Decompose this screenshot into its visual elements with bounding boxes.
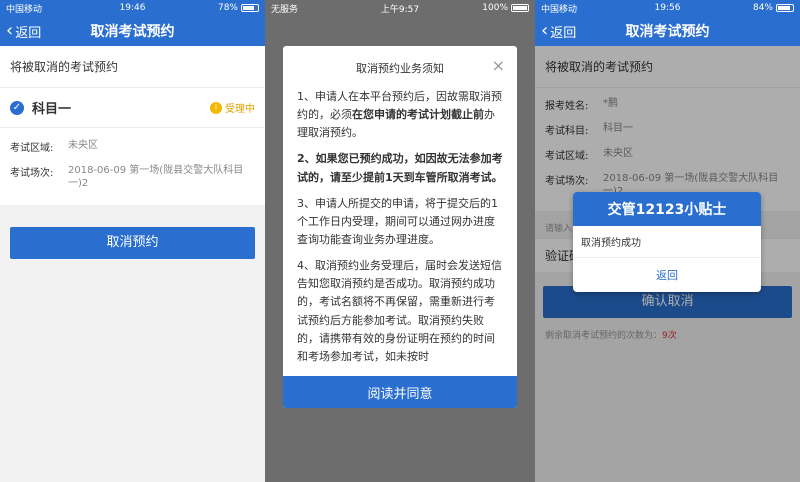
subject-left: ✓ 科目一 [10, 98, 71, 117]
detail-value: *鹏 [603, 98, 618, 109]
subject-row[interactable]: ✓ 科目一 i 受理中 [0, 87, 265, 128]
dialog-body: 1、申请人在本平台预约后，因故需取消预约的，必须在您申请的考试计划截止前办理取消… [283, 88, 517, 384]
detail-list: 考试区域: 未央区 考试场次: 2018-06-09 第一场(陇县交警大队科目一… [0, 128, 265, 205]
screen-notice-modal: 无服务 上午9:57 100% 取消预约业务须知 × 1、申请人在本平台预约后，… [265, 0, 535, 482]
read-and-agree-button[interactable]: 阅读并同意 [283, 376, 517, 408]
chevron-left-icon: ‹ [541, 20, 549, 41]
status-right: 78% [218, 3, 259, 13]
battery-icon [511, 4, 529, 12]
section-label: 将被取消的考试预约 [535, 46, 800, 87]
section-label: 将被取消的考试预约 [0, 46, 265, 87]
detail-value: 未央区 [68, 140, 98, 151]
remaining-count: 9次 [662, 331, 677, 341]
status-right: 84% [753, 3, 794, 13]
subject-name: 科目一 [32, 102, 72, 117]
back-label: 返回 [15, 25, 42, 41]
detail-key: 报考姓名: [545, 101, 589, 112]
chevron-left-icon: ‹ [6, 20, 14, 41]
nav-bar: ‹ 返回 取消考试预约 [0, 16, 265, 46]
notice-paragraph-1: 1、申请人在本平台预约后，因故需取消预约的，必须在您申请的考试计划截止前办理取消… [297, 88, 503, 142]
battery-percent: 100% [482, 3, 508, 13]
success-dialog: 交管12123小贴士 取消预约成功 返回 [573, 192, 761, 292]
notice-emphasis: 2、如果您已预约成功，如因故无法参加考试的，请至少提前1天到车管所取消考试。 [297, 152, 503, 184]
dialog-title-text: 取消预约业务须知 [356, 62, 444, 75]
carrier-label: 无服务 [271, 4, 299, 15]
dialog-title: 交管12123小贴士 [573, 192, 761, 226]
detail-value: 2018-06-09 第一场(陇县交警大队科目一)2 [68, 165, 244, 189]
detail-row-name: 报考姓名: *鹏 [535, 92, 800, 117]
status-badge: i 受理中 [210, 100, 255, 115]
notice-dialog: 取消预约业务须知 × 1、申请人在本平台预约后，因故需取消预约的，必须在您申请的… [283, 46, 517, 408]
detail-row-area: 考试区域: 未央区 [535, 142, 800, 167]
battery-percent: 78% [217, 3, 238, 13]
detail-key: 考试区域: [545, 151, 589, 162]
dialog-back-button[interactable]: 返回 [573, 258, 761, 292]
cancel-appointment-button[interactable]: 取消预约 [10, 227, 255, 259]
back-button[interactable]: ‹ 返回 [535, 22, 576, 41]
detail-row-area: 考试区域: 未央区 [0, 134, 265, 159]
detail-key: 考试科目: [545, 126, 589, 137]
notice-emphasis: 在您申请的考试计划截止前 [352, 108, 484, 122]
battery-icon [241, 4, 259, 12]
note-text: 剩余取消考试预约的次数为： [545, 331, 663, 341]
notice-paragraph-3: 3、申请人所提交的申请，将于提交后的1个工作日内受理，期间可以通过网办进度查询功… [297, 196, 498, 246]
screen-cancel-success: 中国移动 19:56 84% ‹ 返回 取消考试预约 将被取消的考试预约 报考姓… [535, 0, 800, 482]
detail-row-session: 考试场次: 2018-06-09 第一场(陇县交警大队科目一)2 [0, 159, 265, 195]
battery-percent: 84% [752, 3, 773, 13]
status-right: 100% [482, 3, 529, 13]
status-bar: 无服务 上午9:57 100% [265, 0, 535, 16]
nav-bar: ‹ 返回 取消考试预约 [535, 16, 800, 46]
close-icon[interactable]: × [492, 56, 505, 75]
action-area: 取消预约 [0, 205, 265, 259]
detail-value: 未央区 [603, 148, 633, 159]
carrier-label: 中国移动 [6, 4, 43, 15]
back-label: 返回 [550, 25, 577, 41]
detail-key: 考试场次: [10, 168, 54, 179]
notice-paragraph-2: 2、如果您已预约成功，如因故无法参加考试的，请至少提前1天到车管所取消考试。 [297, 150, 503, 186]
detail-row-subject: 考试科目: 科目一 [535, 117, 800, 142]
screen-cancel-appointment: 中国移动 19:46 78% ‹ 返回 取消考试预约 将被取消的考试预约 ✓ 科… [0, 0, 265, 482]
carrier-label: 中国移动 [541, 4, 578, 15]
pending-icon: i [210, 101, 222, 114]
remaining-count-note: 剩余取消考试预约的次数为：9次 [535, 328, 800, 341]
status-label: 受理中 [225, 104, 255, 115]
notice-paragraph-4: 4、取消预约业务受理后，届时会发送短信告知您取消预约是否成功。取消预约成功的，考… [297, 259, 502, 363]
detail-key: 考试区域: [10, 143, 54, 154]
status-bar: 中国移动 19:56 84% [535, 0, 800, 16]
status-bar: 中国移动 19:46 78% [0, 0, 265, 16]
dialog-message: 取消预约成功 [573, 226, 761, 258]
header: 中国移动 19:56 84% ‹ 返回 取消考试预约 [535, 0, 800, 46]
battery-icon [776, 4, 794, 12]
header: 中国移动 19:46 78% ‹ 返回 取消考试预约 [0, 0, 265, 46]
detail-value: 科目一 [603, 123, 633, 134]
dialog-title: 取消预约业务须知 × [283, 46, 517, 88]
back-button[interactable]: ‹ 返回 [0, 22, 41, 41]
check-icon: ✓ [10, 100, 24, 115]
